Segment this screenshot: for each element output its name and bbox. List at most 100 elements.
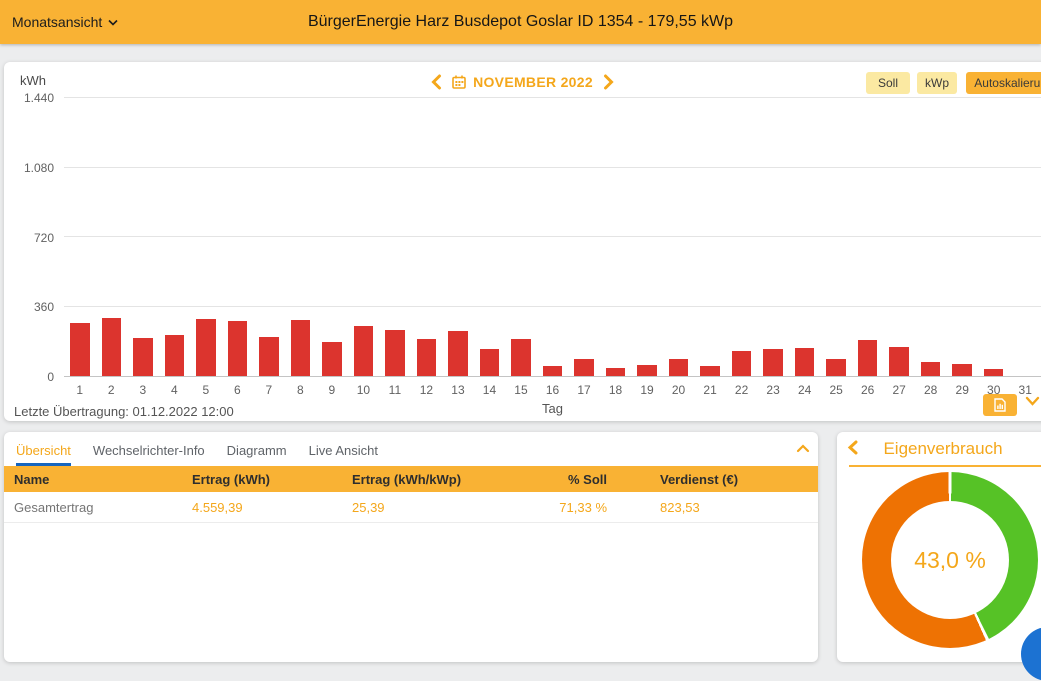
bar-day-15[interactable] [511,339,531,376]
bar-day-17[interactable] [574,359,594,376]
bar-day-1[interactable] [70,323,90,376]
bar-day-9[interactable] [322,342,342,376]
soll-toggle-button[interactable]: Soll [866,72,910,94]
column-header: % Soll [482,472,607,487]
x-tick-label: 8 [285,383,317,397]
x-tick-label: 25 [820,383,852,397]
gridline [64,236,1041,237]
bar-day-27[interactable] [889,347,909,376]
column-header: Name [14,472,192,487]
bar-slot [537,98,569,376]
bar-slot [820,98,852,376]
bar-day-29[interactable] [952,364,972,376]
x-ticks-row: 1234567891011121314151617181920212223242… [64,383,1041,397]
overview-panel: Übersicht Wechselrichter-Info Diagramm Live… [4,432,818,662]
bar-day-28[interactable] [921,362,941,376]
x-tick-label: 23 [757,383,789,397]
x-tick-label: 12 [411,383,443,397]
tab-diagramm[interactable]: Diagramm [227,443,287,466]
bar-day-8[interactable] [291,320,311,376]
bar-slot [1009,98,1041,376]
y-tick-label: 720 [4,231,54,245]
bar-day-4[interactable] [165,335,185,376]
bar-slot [96,98,128,376]
table-cell: 823,53 [607,500,808,515]
y-tick-label: 0 [4,370,54,384]
bar-day-11[interactable] [385,330,405,376]
y-tick-label: 360 [4,300,54,314]
bar-day-12[interactable] [417,339,437,376]
bar-day-26[interactable] [858,340,878,376]
bar-day-18[interactable] [606,368,626,376]
bar-slot [127,98,159,376]
bar-slot [663,98,695,376]
y-tick-label: 1.080 [4,161,54,175]
bar-day-14[interactable] [480,349,500,376]
x-tick-label: 11 [379,383,411,397]
bar-day-25[interactable] [826,359,846,376]
table-cell: 71,33 % [482,500,607,515]
plot-area [64,98,1041,377]
bar-day-20[interactable] [669,359,689,376]
x-tick-label: 22 [726,383,758,397]
x-tick-label: 7 [253,383,285,397]
x-tick-label: 26 [852,383,884,397]
bar-slot [694,98,726,376]
bar-day-24[interactable] [795,348,815,376]
x-tick-label: 3 [127,383,159,397]
bar-slot [253,98,285,376]
bar-slot [159,98,191,376]
bar-day-3[interactable] [133,338,153,376]
export-file-chart-icon [994,398,1006,412]
bar-day-7[interactable] [259,337,279,376]
bar-day-16[interactable] [543,366,563,376]
x-tick-label: 24 [789,383,821,397]
bar-slot [285,98,317,376]
bar-day-13[interactable] [448,331,468,376]
bar-day-22[interactable] [732,351,752,376]
tab-wechselrichter-info[interactable]: Wechselrichter-Info [93,443,205,466]
bar-day-2[interactable] [102,318,122,376]
bar-day-5[interactable] [196,319,216,376]
column-header: Verdienst (€) [607,472,808,487]
x-tick-label: 29 [946,383,978,397]
autoscale-toggle-button[interactable]: Autoskalierung [966,72,1041,94]
bar-day-23[interactable] [763,349,783,376]
panel-collapse-chevron[interactable] [796,444,810,453]
x-tick-label: 10 [348,383,380,397]
bar-slot [789,98,821,376]
export-button[interactable] [983,394,1017,416]
bar-slot [222,98,254,376]
bar-slot [190,98,222,376]
bar-day-10[interactable] [354,326,374,376]
table-header-row: NameErtrag (kWh)Ertrag (kWh/kWp)% SollVe… [4,466,818,492]
x-tick-label: 21 [694,383,726,397]
month-label: NOVEMBER 2022 [473,74,593,90]
tab-live-ansicht[interactable]: Live Ansicht [309,443,378,466]
next-month-button[interactable] [603,74,615,90]
bar-slot [631,98,663,376]
back-chevron-button[interactable] [847,440,858,455]
bar-slot [757,98,789,376]
bar-day-21[interactable] [700,366,720,376]
view-selector-dropdown[interactable]: Monatsansicht [12,14,118,30]
x-tick-label: 17 [568,383,600,397]
x-tick-label: 16 [537,383,569,397]
bar-day-30[interactable] [984,369,1004,376]
x-tick-label: 13 [442,383,474,397]
bar-day-6[interactable] [228,321,248,376]
bar-slot [978,98,1010,376]
chart-collapse-chevron[interactable] [1025,396,1040,406]
tab-übersicht[interactable]: Übersicht [16,443,71,466]
bar-day-19[interactable] [637,365,657,376]
page-title: BürgerEnergie Harz Busdepot Goslar ID 13… [0,13,1041,31]
gridline [64,306,1041,307]
x-tick-label: 2 [96,383,128,397]
kwp-toggle-button[interactable]: kWp [917,72,957,94]
x-tick-label: 9 [316,383,348,397]
x-tick-label: 19 [631,383,663,397]
bar-slot [505,98,537,376]
bar-slot [442,98,474,376]
x-tick-label: 20 [663,383,695,397]
prev-month-button[interactable] [430,74,442,90]
